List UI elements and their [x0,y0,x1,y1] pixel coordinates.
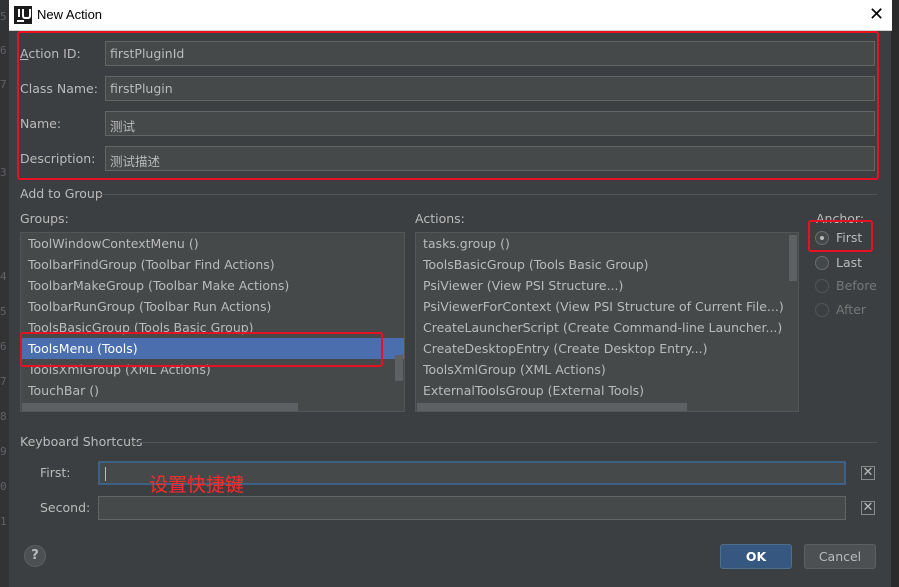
list-item[interactable]: ToolbarFindGroup (Toolbar Find Actions) [21,254,404,275]
description-label-text: Description: [20,151,96,166]
name-label: Name: [20,116,61,131]
class-name-label: Class Name: [20,81,98,96]
name-field[interactable]: 测试 [105,111,875,136]
groups-label: Groups: [20,211,69,226]
help-icon[interactable]: ? [24,545,46,567]
list-item[interactable]: ExternalToolsGroup (External Tools) [416,380,798,401]
anchor-label: Anchor: [816,211,865,226]
cancel-button[interactable]: Cancel [804,544,876,569]
shortcut-annotation: 设置快捷键 [149,474,245,496]
editor-gutter: 5 6 7 3 4 5 6 7 8 9 0 1 [0,0,9,587]
class-name-field[interactable]: firstPlugin [105,76,875,101]
list-item[interactable]: PsiViewerForContext (View PSI Structure … [416,296,798,317]
action-id-field[interactable]: firstPluginId [105,41,875,66]
add-to-group-title: Add to Group [20,186,103,201]
gutter-line-number: 1 [0,515,7,528]
radio-disabled-icon [815,303,829,317]
gutter-line-number: 4 [0,270,7,283]
anchor-after-label: After [836,302,867,317]
list-item[interactable]: CreateDesktopEntry (Create Desktop Entry… [416,338,798,359]
radio-checked-icon[interactable] [815,231,829,245]
gutter-line-number: 0 [0,480,7,493]
list-item[interactable]: ToolbarMakeGroup (Toolbar Make Actions) [21,275,404,296]
list-item[interactable]: CreateLauncherScript (Create Command-lin… [416,317,798,338]
gutter-line-number: 7 [0,78,7,91]
close-icon[interactable]: ✕ [861,0,892,31]
list-item[interactable]: TouchBar () [21,380,404,401]
action-id-label-text: ction ID: [28,46,81,61]
gutter-line-number: 7 [0,375,7,388]
intellij-app-icon [14,6,32,24]
actions-list[interactable]: tasks.group () ToolsBasicGroup (Tools Ba… [415,232,799,412]
list-item[interactable]: ToolsXmlGroup (XML Actions) [21,359,404,380]
second-shortcut-label: Second: [40,500,91,515]
gutter-line-number: 5 [0,305,7,318]
groups-vertical-scrollbar[interactable] [395,355,403,381]
first-shortcut-label: First: [40,465,71,480]
gutter-line-number: 6 [0,340,7,353]
groups-horizontal-scrollbar[interactable] [22,403,298,411]
anchor-last-label[interactable]: Last [836,255,862,270]
clear-first-shortcut-icon[interactable]: ✕ [861,466,875,480]
list-item[interactable]: ToolsXmlGroup (XML Actions) [416,359,798,380]
gutter-line-number: 6 [0,44,7,57]
list-item[interactable]: ToolWindowContextMenu () [21,233,404,254]
keyboard-shortcuts-title: Keyboard Shortcuts [20,434,143,449]
actions-label: Actions: [415,211,465,226]
class-name-label-text: Class Name: [20,81,98,96]
dialog-titlebar[interactable]: New Action ✕ [9,0,892,31]
list-item[interactable]: ToolsBasicGroup (Tools Basic Group) [21,317,404,338]
actions-vertical-scrollbar[interactable] [789,235,797,281]
description-field[interactable]: 测试描述 [105,146,875,171]
groups-list[interactable]: ToolWindowContextMenu () ToolbarFindGrou… [20,232,405,412]
actions-horizontal-scrollbar[interactable] [417,403,687,411]
keyboard-shortcuts-divider [131,442,877,443]
list-item[interactable]: ToolsBasicGroup (Tools Basic Group) [416,254,798,275]
clear-second-shortcut-icon[interactable]: ✕ [861,501,875,515]
radio-icon[interactable] [815,256,829,270]
radio-disabled-icon [815,279,829,293]
list-item[interactable]: ToolbarRunGroup (Toolbar Run Actions) [21,296,404,317]
list-item[interactable]: tasks.group () [416,233,798,254]
ok-button[interactable]: OK [720,544,792,569]
anchor-before-label: Before [836,278,877,293]
gutter-line-number: 5 [0,10,7,23]
name-label-text: Name: [20,116,62,131]
anchor-first-label[interactable]: First [836,230,862,245]
description-label: Description: [20,151,95,166]
add-to-group-divider [101,194,877,195]
gutter-line-number: 9 [0,445,7,458]
action-id-label: Action ID: [20,46,81,61]
dialog-title: New Action [37,7,103,22]
new-action-dialog: New Action ✕ Action ID: firstPluginId Cl… [9,0,892,587]
list-item-selected[interactable]: ToolsMenu (Tools) [21,338,404,359]
list-item[interactable]: PsiViewer (View PSI Structure...) [416,275,798,296]
gutter-line-number: 3 [0,166,7,179]
gutter-line-number: 8 [0,410,7,423]
second-shortcut-input[interactable] [98,496,846,520]
text-caret [105,467,106,481]
